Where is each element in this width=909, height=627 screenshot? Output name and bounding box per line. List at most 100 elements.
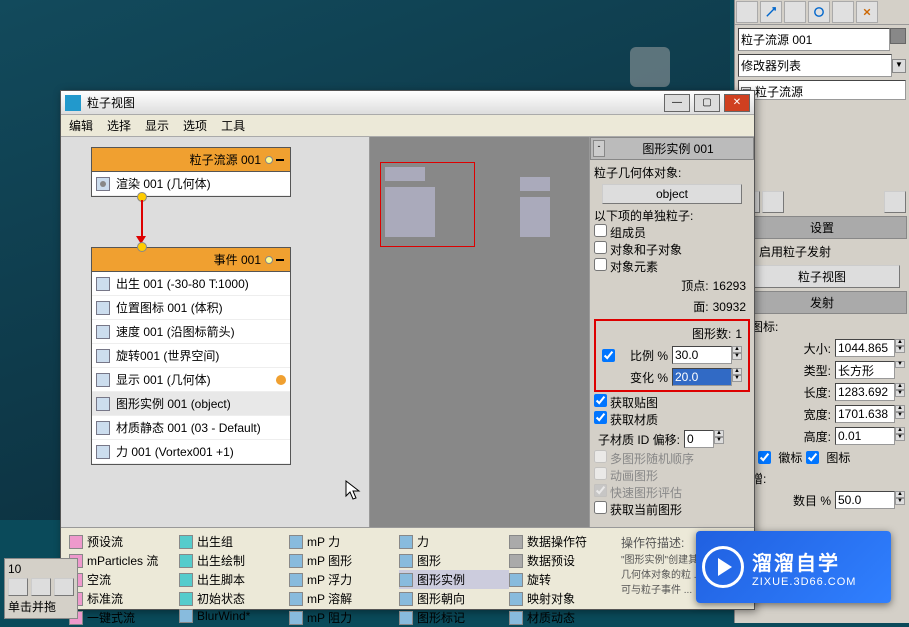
dropdown-arrow-icon[interactable]: ▼ [892,59,906,73]
depot-item[interactable]: mP 力 [289,532,399,551]
depot-item[interactable]: 初始状态 [179,589,289,608]
collapse-icon[interactable] [276,159,284,161]
operator-row[interactable]: 旋转001 (世界空间) [92,344,290,368]
depot-item[interactable]: mP 图形 [289,551,399,570]
length-input[interactable] [835,383,895,401]
type-dropdown[interactable] [835,361,895,379]
menu-tools[interactable]: 工具 [221,117,245,134]
operator-row[interactable]: 显示 001 (几何体) [92,368,290,392]
depot-item[interactable]: mParticles 流 [69,551,179,570]
menu-display[interactable]: 显示 [145,117,169,134]
depot-item[interactable]: 一键式流 [69,608,179,627]
depot-item[interactable]: 出生绘制 [179,551,289,570]
modifier-stack[interactable]: ▣ 粒子流源 [738,80,906,100]
filter-button[interactable] [54,578,74,596]
create-tab[interactable] [736,1,758,23]
pct-input[interactable] [835,491,895,509]
object-name-input[interactable]: 粒子流源 001 [738,28,890,51]
depot-item[interactable]: 预设流 [69,532,179,551]
depot-item[interactable]: 空流 [69,570,179,589]
minimize-button[interactable]: — [664,94,690,112]
acq-mat-checkbox[interactable] [594,411,607,424]
operator-row[interactable]: 力 001 (Vortex001 +1) [92,440,290,464]
operator-row[interactable]: 出生 001 (-30-80 T:1000) [92,272,290,296]
object-color-swatch[interactable] [890,28,906,44]
rollout-setup[interactable]: 设置 [737,216,907,239]
depot-item[interactable]: 数据操作符 [509,532,619,551]
display-tab[interactable] [832,1,854,23]
depot-item[interactable]: 出生脚本 [179,570,289,589]
depot-item[interactable]: 图形实例 [399,570,509,589]
source-node[interactable]: 粒子流源 001 渲染 001 (几何体) [91,147,291,197]
depot-item[interactable]: 数据预设 [509,551,619,570]
modifier-list-dropdown[interactable]: 修改器列表 [738,54,892,77]
input-handle[interactable] [137,242,147,252]
depot-item[interactable]: 图形 [399,551,509,570]
elements-checkbox[interactable] [594,258,607,271]
lock-button[interactable] [31,578,51,596]
depot-item[interactable]: 出生组 [179,532,289,551]
source-node-title: 粒子流源 001 [98,151,261,168]
depot-item[interactable]: 标准流 [69,589,179,608]
bulb-icon[interactable] [265,156,273,164]
group-checkbox[interactable] [594,224,607,237]
rollout-emit[interactable]: 发射 [737,291,907,314]
pick-object-button[interactable]: object [602,184,742,204]
faces-value: 30932 [713,300,746,314]
depot-item[interactable]: 映射对象 [509,589,619,608]
variation-input[interactable] [672,368,732,386]
operator-row[interactable]: 渲染 001 (几何体) [92,172,290,196]
scale-checkbox[interactable] [602,349,615,362]
depot-item[interactable]: mP 阻力 [289,608,399,627]
utilities-tab[interactable] [856,1,878,23]
motion-tab[interactable] [808,1,830,23]
particle-view-button[interactable]: 粒子视图 [744,265,901,288]
close-button[interactable]: ✕ [724,94,750,112]
show-result-button[interactable] [762,191,784,213]
menu-options[interactable]: 选项 [183,117,207,134]
operator-row[interactable]: 材质静态 001 (03 - Default) [92,416,290,440]
size-input[interactable] [835,339,895,357]
depot-item[interactable]: 材质动态 [509,608,619,627]
show-logo-checkbox[interactable] [758,451,771,464]
depot-item-label: mP 力 [307,533,340,550]
menu-select[interactable]: 选择 [107,117,131,134]
depot-item[interactable]: 旋转 [509,570,619,589]
view-cube[interactable] [630,47,670,87]
spin-up[interactable]: ▲ [895,339,905,346]
depot-item[interactable]: 力 [399,532,509,551]
event-node[interactable]: 事件 001 出生 001 (-30-80 T:1000)位置图标 001 (体… [91,247,291,465]
collapse-icon[interactable]: - [593,140,605,157]
maximize-button[interactable]: ▢ [694,94,720,112]
scale-input[interactable] [672,346,732,364]
operator-row[interactable]: 速度 001 (沿图标箭头) [92,320,290,344]
depot-item[interactable]: mP 溶解 [289,589,399,608]
collapse-icon[interactable] [276,259,284,261]
depot-item[interactable]: mP 浮力 [289,570,399,589]
operator-row[interactable]: 位置图标 001 (体积) [92,296,290,320]
children-checkbox[interactable] [594,241,607,254]
key-button[interactable] [8,578,28,596]
height-input[interactable] [835,427,895,445]
operator-row[interactable]: 图形实例 001 (object) [92,392,290,416]
acq-current-checkbox[interactable] [594,501,607,514]
event-canvas[interactable]: 粒子流源 001 渲染 001 (几何体) 事件 001 出生 001 (-30… [61,137,369,527]
connection-wire [141,200,143,238]
acq-map-checkbox[interactable] [594,394,607,407]
bulb-icon[interactable] [265,256,273,264]
dd-arrow-icon[interactable]: ▼ [895,361,905,368]
shapes-value: 1 [735,327,742,341]
submat-input[interactable] [684,430,714,448]
title-bar[interactable]: 粒子视图 — ▢ ✕ [61,91,754,115]
depot-item[interactable]: BlurWind* [179,608,289,624]
width-input[interactable] [835,405,895,423]
depot-item[interactable]: 图形朝向 [399,589,509,608]
configure-button[interactable] [884,191,906,213]
modify-tab[interactable] [760,1,782,23]
show-icon-checkbox[interactable] [806,451,819,464]
hierarchy-tab[interactable] [784,1,806,23]
display-color-icon[interactable] [276,375,286,385]
depot-item[interactable]: 图形标记 [399,608,509,627]
spin-down[interactable]: ▼ [895,346,905,353]
menu-edit[interactable]: 编辑 [69,117,93,134]
